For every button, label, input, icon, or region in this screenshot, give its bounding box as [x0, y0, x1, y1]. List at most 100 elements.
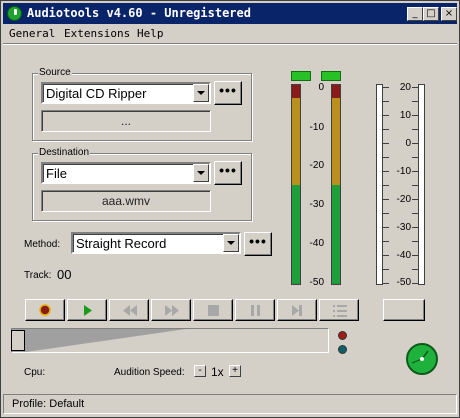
skip-end-icon — [292, 305, 302, 316]
gain-scale-tick — [383, 283, 389, 284]
slider-handle[interactable] — [11, 330, 25, 351]
menu-extensions[interactable]: Extensions — [64, 27, 130, 40]
skip-end-button[interactable] — [277, 299, 317, 321]
gain-scale-tick — [383, 129, 389, 130]
gain-scale-tick — [383, 143, 389, 144]
gain-scale-tick — [412, 157, 418, 158]
vu-scale-label: -20 — [309, 160, 324, 171]
menu-general[interactable]: General — [9, 27, 55, 40]
gain-scale-label: -30 — [396, 222, 411, 233]
gain-scale-label: -20 — [396, 194, 411, 205]
gain-scale-tick — [412, 115, 418, 116]
gain-scale-tick — [412, 129, 418, 130]
audition-speed-plus-button[interactable]: + — [229, 365, 241, 377]
source-legend: Source — [38, 67, 72, 78]
right-level-meter — [331, 84, 341, 285]
destination-select[interactable]: File — [41, 162, 211, 184]
volume-ramp — [26, 329, 328, 352]
gain-scale-tick — [412, 143, 418, 144]
rewind-button[interactable] — [109, 299, 149, 321]
track-label: Track: — [24, 270, 52, 281]
right-peak-led — [321, 71, 341, 81]
app-window: Audiotools v4.60 - Unregistered _ □ × Ge… — [0, 0, 460, 418]
audition-speed-value: 1x — [211, 365, 224, 379]
gain-scale-tick — [383, 87, 389, 88]
play-button[interactable] — [67, 299, 107, 321]
method-select[interactable]: Straight Record — [71, 232, 241, 254]
gain-scale-label: 10 — [399, 110, 411, 121]
position-slider[interactable] — [11, 328, 329, 353]
menu-help[interactable]: Help — [137, 27, 164, 40]
right-gain-scale-right — [418, 84, 425, 285]
gain-scale-label: -40 — [396, 250, 411, 261]
record-icon — [39, 304, 51, 316]
method-select-value: Straight Record — [76, 236, 167, 251]
audition-speed-minus-button[interactable]: - — [194, 365, 206, 377]
record-indicator-dot — [338, 331, 347, 340]
source-select-value: Digital CD Ripper — [46, 86, 147, 101]
stop-icon — [208, 305, 219, 316]
radar-icon[interactable] — [406, 343, 438, 375]
status-bar: Profile: Default — [3, 394, 457, 414]
playlist-button[interactable] — [319, 299, 359, 321]
vu-scale-label: -10 — [309, 122, 324, 133]
window-title: Audiotools v4.60 - Unregistered — [27, 6, 251, 20]
menu-divider — [3, 43, 457, 45]
gain-scale-tick — [383, 255, 389, 256]
gain-scale-tick — [412, 199, 418, 200]
gain-scale-label: -10 — [396, 166, 411, 177]
source-info-field: ... — [41, 110, 211, 132]
record-button[interactable] — [25, 299, 65, 321]
chevron-down-icon[interactable] — [193, 84, 209, 102]
audition-speed-label: Audition Speed: — [114, 367, 185, 378]
source-select[interactable]: Digital CD Ripper — [41, 82, 211, 104]
chevron-down-icon[interactable] — [193, 164, 209, 182]
gain-scale-tick — [412, 227, 418, 228]
track-value: 00 — [57, 267, 72, 282]
method-options-button[interactable]: ••• — [244, 232, 272, 256]
minimize-button[interactable]: _ — [407, 7, 423, 21]
gain-scale-tick — [412, 283, 418, 284]
gain-scale-label: 20 — [399, 82, 411, 93]
playlist-icon — [333, 305, 347, 317]
chevron-down-icon[interactable] — [223, 234, 239, 252]
gain-scale-tick — [412, 213, 418, 214]
fast-forward-button[interactable] — [151, 299, 191, 321]
destination-filename-field: aaa.wmv — [41, 190, 211, 212]
vu-scale-label: 0 — [318, 82, 324, 93]
gain-scale-tick — [412, 185, 418, 186]
source-options-button[interactable]: ••• — [214, 81, 242, 105]
gain-scale-tick — [412, 255, 418, 256]
cpu-label: Cpu: — [24, 367, 46, 378]
destination-select-value: File — [46, 166, 67, 181]
gain-scale-tick — [412, 101, 418, 102]
gain-scale-tick — [412, 241, 418, 242]
radar-sweep-icon — [411, 350, 429, 364]
gain-scale-label: -50 — [396, 277, 411, 288]
gain-scale-tick — [383, 213, 389, 214]
left-level-meter — [291, 84, 301, 285]
gain-scale-tick — [383, 101, 389, 102]
pause-button[interactable] — [235, 299, 275, 321]
vu-scale-label: -30 — [309, 199, 324, 210]
right-gain-scale-left — [376, 84, 383, 285]
vu-scale-label: -50 — [309, 277, 324, 288]
gain-scale-tick — [383, 171, 389, 172]
app-logo-icon[interactable] — [7, 6, 22, 21]
vu-scale-label: -40 — [309, 238, 324, 249]
destination-options-button[interactable]: ••• — [214, 161, 242, 185]
gain-scale-label: 0 — [405, 138, 411, 149]
play-indicator-dot — [338, 345, 347, 354]
left-peak-led — [291, 71, 311, 81]
gain-scale-tick — [383, 269, 389, 270]
close-button[interactable]: × — [441, 7, 457, 21]
gain-scale-tick — [412, 87, 418, 88]
stop-button[interactable] — [193, 299, 233, 321]
gain-scale-tick — [383, 115, 389, 116]
maximize-button[interactable]: □ — [423, 7, 439, 21]
title-bar[interactable]: Audiotools v4.60 - Unregistered _ □ × — [3, 3, 457, 24]
gain-reset-button[interactable] — [383, 299, 425, 321]
gain-scale-tick — [412, 269, 418, 270]
gain-scale-tick — [383, 199, 389, 200]
gain-scale-tick — [383, 227, 389, 228]
